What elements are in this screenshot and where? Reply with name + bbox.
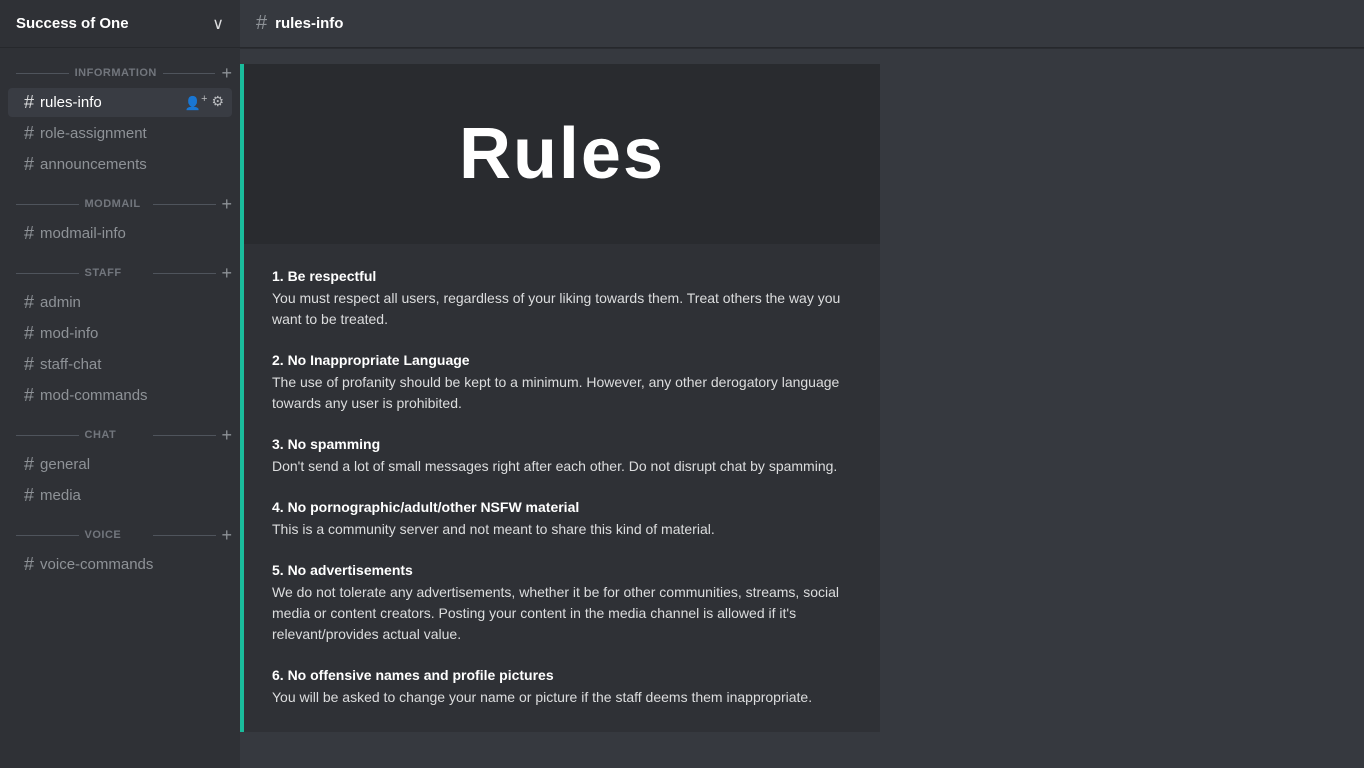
hash-icon: # [24, 154, 34, 175]
divider-line-left [16, 535, 79, 536]
channel-item-announcements[interactable]: # announcements [8, 150, 232, 179]
messages-area[interactable]: Rules 1. Be respectful You must respect a… [240, 48, 1364, 768]
add-channel-button-voice[interactable]: + [222, 526, 233, 544]
rules-card: 1. Be respectful You must respect all use… [240, 244, 880, 732]
channel-section-information: INFORMATION + # rules-info👤+⚙ # role-assignme… [0, 64, 240, 179]
server-title: Success of One [16, 15, 129, 32]
channel-item-role-assignment[interactable]: # role-assignment [8, 119, 232, 148]
divider-line-left [16, 273, 79, 274]
rule-title: 5. No advertisements [272, 562, 852, 578]
hash-icon: # [24, 385, 34, 406]
server-header[interactable]: Success of One ∨ [0, 0, 240, 48]
section-label: STAFF [85, 267, 148, 279]
rule-title: 3. No spamming [272, 436, 852, 452]
rule-body: The use of profanity should be kept to a… [272, 372, 852, 414]
channel-section-voice: VOICE + # voice-commands [0, 526, 240, 579]
channel-name-text: mod-info [40, 325, 224, 342]
channel-item-mod-info[interactable]: # mod-info [8, 319, 232, 348]
section-label: VOICE [85, 529, 148, 541]
sidebar: Success of One ∨ INFORMATION + # rules-info… [0, 0, 240, 768]
add-channel-button-information[interactable]: + [221, 64, 232, 82]
rule-body: We do not tolerate any advertisements, w… [272, 582, 852, 645]
channel-name-text: announcements [40, 156, 224, 173]
channel-section-staff: STAFF + # admin # mod-info # staff-chat # mod-com… [0, 264, 240, 410]
rule-item: 5. No advertisements We do not tolerate a… [272, 562, 852, 645]
hash-icon: # [24, 223, 34, 244]
channel-header-hash-icon: # [256, 12, 267, 35]
divider-line-left [16, 73, 69, 74]
rule-title: 2. No Inappropriate Language [272, 352, 852, 368]
channel-name-text: mod-commands [40, 387, 224, 404]
divider-line-right [153, 435, 216, 436]
hash-icon: # [24, 454, 34, 475]
section-label: MODMAIL [85, 198, 148, 210]
hash-icon: # [24, 292, 34, 313]
rule-body: This is a community server and not meant… [272, 519, 852, 540]
rule-item: 4. No pornographic/adult/other NSFW mate… [272, 499, 852, 540]
channel-item-general[interactable]: # general [8, 450, 232, 479]
channel-header: # rules-info [240, 0, 1364, 48]
channel-item-voice-commands[interactable]: # voice-commands [8, 550, 232, 579]
add-channel-button-staff[interactable]: + [222, 264, 233, 282]
rule-body: You must respect all users, regardless o… [272, 288, 852, 330]
channel-item-staff-chat[interactable]: # staff-chat [8, 350, 232, 379]
channel-item-media[interactable]: # media [8, 481, 232, 510]
rule-body: Don't send a lot of small messages right… [272, 456, 852, 477]
channel-name-text: admin [40, 294, 224, 311]
hash-icon: # [24, 323, 34, 344]
channel-list: INFORMATION + # rules-info👤+⚙ # role-assignme… [0, 48, 240, 581]
hash-icon: # [24, 354, 34, 375]
divider-line-right [153, 273, 216, 274]
channel-name-text: staff-chat [40, 356, 224, 373]
channel-name-text: rules-info [40, 94, 185, 111]
rule-item: 1. Be respectful You must respect all use… [272, 268, 852, 330]
channel-item-rules-info[interactable]: # rules-info👤+⚙ [8, 88, 232, 117]
rule-item: 6. No offensive names and profile pictur… [272, 667, 852, 708]
rule-item: 2. No Inappropriate Language The use of p… [272, 352, 852, 414]
rule-item: 3. No spamming Don't send a lot of small … [272, 436, 852, 477]
channel-name-text: media [40, 487, 224, 504]
channel-header-name: rules-info [275, 15, 343, 32]
add-channel-button-chat[interactable]: + [222, 426, 233, 444]
channel-name-text: modmail-info [40, 225, 224, 242]
divider-line-right [153, 204, 216, 205]
channel-item-mod-commands[interactable]: # mod-commands [8, 381, 232, 410]
hash-icon: # [24, 123, 34, 144]
hash-icon: # [24, 554, 34, 575]
add-channel-button-modmail[interactable]: + [222, 195, 233, 213]
rule-title: 4. No pornographic/adult/other NSFW mate… [272, 499, 852, 515]
rules-banner: Rules [240, 64, 880, 244]
channel-section-modmail: MODMAIL + # modmail-info [0, 195, 240, 248]
hash-icon: # [24, 485, 34, 506]
rule-title: 6. No offensive names and profile pictur… [272, 667, 852, 683]
channel-name-text: general [40, 456, 224, 473]
channel-item-admin[interactable]: # admin [8, 288, 232, 317]
section-label: CHAT [85, 429, 148, 441]
section-label: INFORMATION [75, 67, 157, 79]
channel-name-text: role-assignment [40, 125, 224, 142]
divider-line-right [153, 535, 216, 536]
chevron-down-icon: ∨ [212, 14, 224, 34]
channel-name-text: voice-commands [40, 556, 224, 573]
divider-line-right [163, 73, 216, 74]
rule-body: You will be asked to change your name or… [272, 687, 852, 708]
channel-item-modmail-info[interactable]: # modmail-info [8, 219, 232, 248]
add-member-icon[interactable]: 👤+ [185, 93, 208, 111]
main-content: # rules-info Rules 1. Be respectful You m… [240, 0, 1364, 768]
divider-line-left [16, 204, 79, 205]
rules-banner-title: Rules [459, 113, 665, 195]
channel-section-chat: CHAT + # general # media [0, 426, 240, 510]
settings-icon[interactable]: ⚙ [211, 93, 224, 111]
divider-line-left [16, 435, 79, 436]
hash-icon: # [24, 92, 34, 113]
rule-title: 1. Be respectful [272, 268, 852, 284]
